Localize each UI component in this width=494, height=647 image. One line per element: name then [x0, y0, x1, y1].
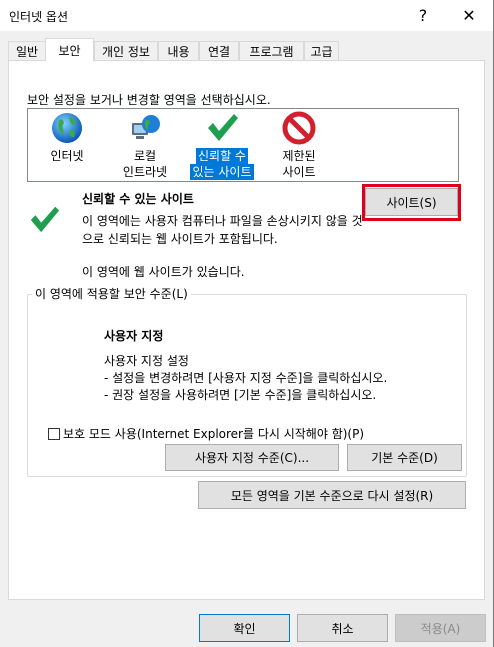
- close-button[interactable]: ✕: [447, 0, 491, 31]
- tab-general[interactable]: 일반: [8, 41, 46, 60]
- apply-button[interactable]: 적용(A): [395, 614, 486, 642]
- tab-content[interactable]: 내용: [158, 41, 199, 60]
- level-line: 사용자 지정 설정: [104, 354, 189, 368]
- zone-trusted-sites[interactable]: 신뢰할 수 있는 사이트: [182, 111, 262, 180]
- reset-all-zones-button[interactable]: 모든 영역을 기본 수준으로 다시 설정(R): [198, 481, 466, 509]
- zone-internet[interactable]: 인터넷: [28, 111, 106, 164]
- trusted-sites-checkmark-icon: [28, 203, 60, 238]
- intranet-icon: [128, 111, 162, 145]
- zone-label-line2: 인트라넷: [122, 165, 168, 179]
- zone-note: 이 영역에 웹 사이트가 있습니다.: [82, 265, 245, 279]
- ok-button[interactable]: 확인: [199, 614, 290, 642]
- checkmark-icon: [205, 111, 239, 145]
- tab-privacy[interactable]: 개인 정보: [94, 41, 158, 60]
- default-level-button[interactable]: 기본 수준(D): [347, 444, 462, 471]
- protected-mode-label: 보호 모드 사용(Internet Explorer를 다시 시작해야 함)(P…: [63, 427, 365, 441]
- cancel-button[interactable]: 취소: [297, 614, 388, 642]
- zone-restricted-sites[interactable]: 제한된 사이트: [260, 111, 338, 180]
- select-zone-label: 보안 설정을 보거나 변경할 영역을 선택하십시오.: [27, 93, 271, 107]
- protected-mode-checkbox[interactable]: [48, 427, 60, 440]
- zone-description: 이 영역에는 사용자 컴퓨터나 파일을 손상시키지 않을 것으로 신뢰되는 웹 …: [82, 214, 363, 246]
- globe-icon: [50, 111, 84, 145]
- protected-mode-row[interactable]: 보호 모드 사용(Internet Explorer를 다시 시작해야 함)(P…: [48, 425, 364, 442]
- zone-label-line2: 사이트: [282, 165, 316, 179]
- custom-level-button[interactable]: 사용자 지정 수준(C)...: [165, 444, 339, 471]
- zone-list: 인터넷 로컬 인트라넷 신뢰할 수 있는 사이트 제한된 사이트: [27, 108, 459, 182]
- tab-programs[interactable]: 프로그램: [239, 41, 304, 60]
- security-level-description: 사용자 지정 설정 - 설정을 변경하려면 [사용자 지정 수준]을 클릭하십시…: [104, 353, 387, 404]
- tab-security[interactable]: 보안: [45, 38, 94, 61]
- zone-local-intranet[interactable]: 로컬 인트라넷: [106, 111, 184, 180]
- help-button[interactable]: ?: [401, 0, 445, 31]
- tab-connections[interactable]: 연결: [199, 41, 239, 60]
- security-level-title: 사용자 지정: [104, 329, 164, 343]
- title-bar: 인터넷 옵션 ? ✕: [0, 0, 493, 31]
- security-level-group-label: 이 영역에 적용할 보안 수준(L): [32, 285, 191, 302]
- restricted-icon: [282, 111, 316, 145]
- level-line: - 권장 설정을 사용하려면 [기본 수준]을 클릭하십시오.: [104, 388, 377, 402]
- highlight-box: [362, 184, 461, 221]
- zone-label: 제한된: [282, 149, 316, 163]
- internet-options-dialog: 인터넷 옵션 ? ✕ 일반 보안 개인 정보 내용 연결 프로그램 고급 보안 …: [0, 0, 494, 647]
- window-title: 인터넷 옵션: [9, 10, 69, 24]
- level-line: - 설정을 변경하려면 [사용자 지정 수준]을 클릭하십시오.: [104, 371, 388, 385]
- zone-label: 인터넷: [50, 149, 84, 163]
- zone-label: 로컬: [133, 149, 157, 163]
- zone-label: 신뢰할 수: [196, 148, 248, 164]
- tab-advanced[interactable]: 고급: [304, 41, 339, 60]
- zone-label-line2: 있는 사이트: [190, 164, 254, 180]
- zone-title: 신뢰할 수 있는 사이트: [82, 192, 194, 206]
